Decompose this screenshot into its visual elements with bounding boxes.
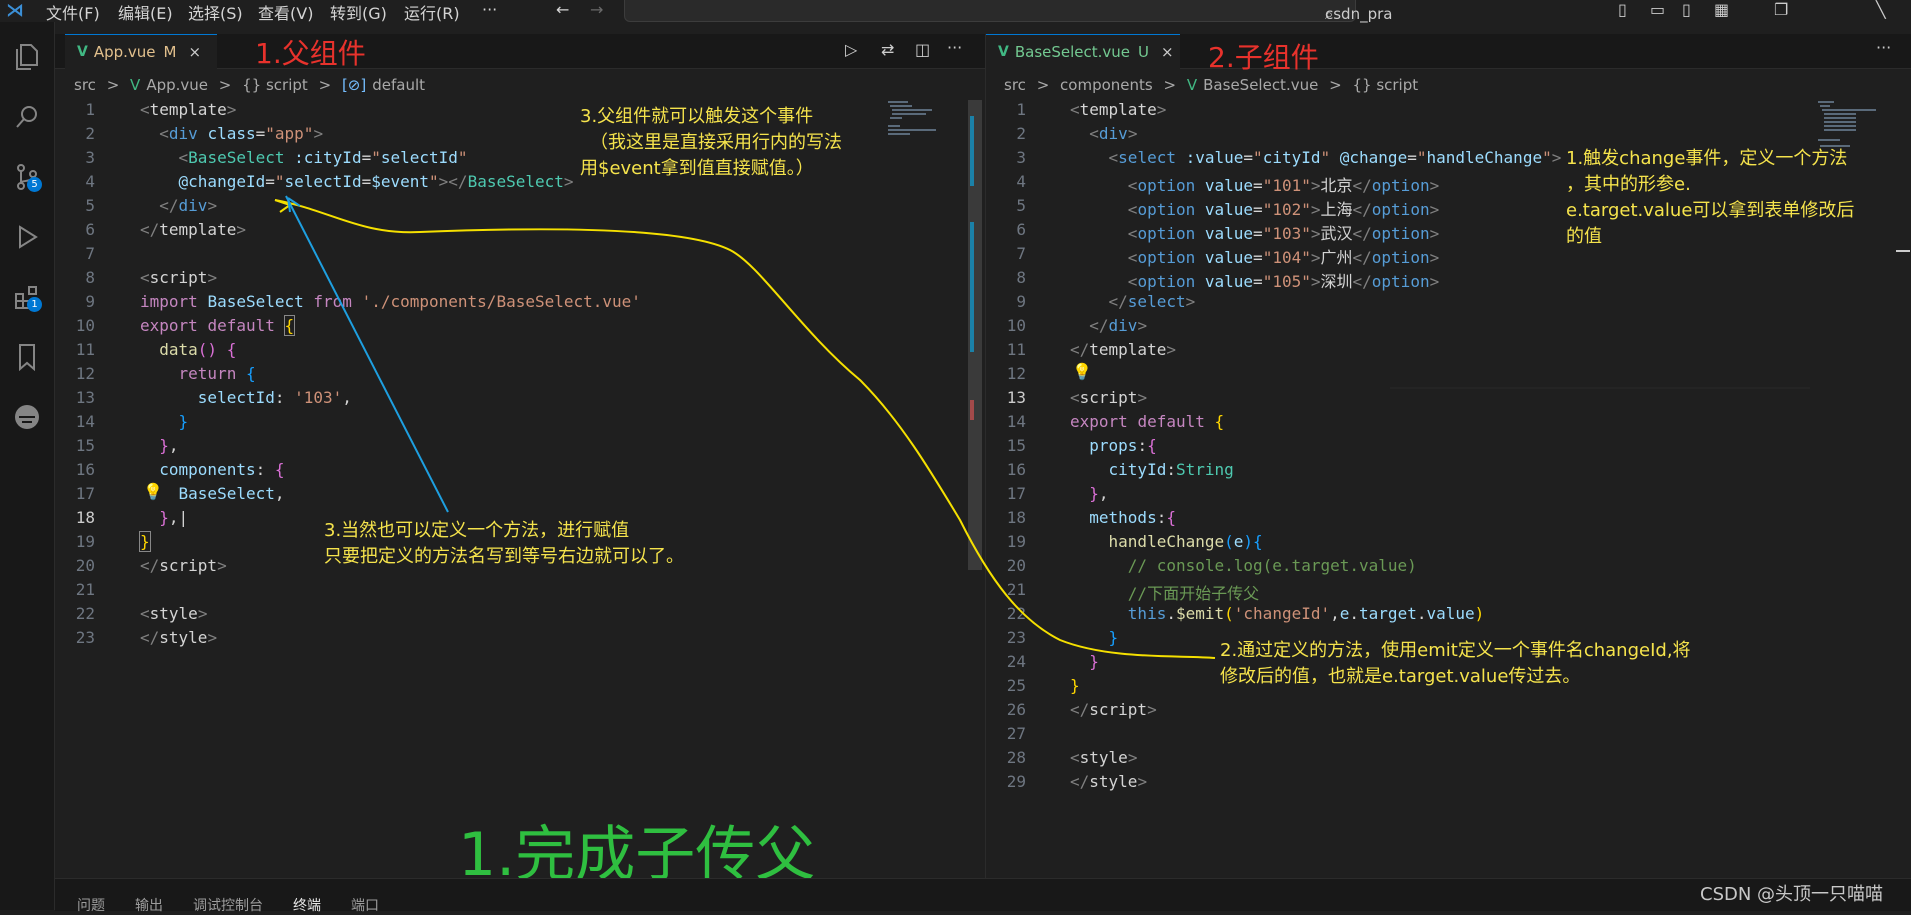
panel-tab-bar: 问题 输出 调试控制台 终端 端口 [55,878,1911,914]
note-child-change: 1.触发change事件，定义一个方法 ，其中的形参e. e.target.va… [1566,146,1854,250]
panel-tab-output[interactable]: 输出 [135,895,163,915]
watermark: CSDN @头顶一只喵喵 [1700,884,1884,905]
panel-tab-ports[interactable]: 端口 [351,895,379,915]
panel-tab-terminal[interactable]: 终端 [293,895,321,915]
note-line: e.target.value可以拿到表单修改后 [1566,200,1855,221]
panel-tab-problems[interactable]: 问题 [77,895,105,915]
note-parent-event: 3.父组件就可以触发这个事件 （我这里是直接采用行内的写法 用$event拿到值… [580,104,842,182]
note-line: 用$event拿到值直接赋值。） [580,158,814,179]
note-line: ，其中的形参e. [1566,174,1691,195]
note-emit: 2.通过定义的方法，使用emit定义一个事件名changeId,将 修改后的值，… [1220,638,1691,690]
note-line: 修改后的值，也就是e.target.value传过去。 [1220,666,1581,687]
panel-tab-debug-console[interactable]: 调试控制台 [193,895,263,915]
annotation-arrows [274,195,1810,659]
note-line: 的值 [1566,226,1602,247]
note-line: 1.触发change事件，定义一个方法 [1566,148,1848,169]
note-line: （我这里是直接采用行内的写法 [590,132,842,153]
note-line: 只要把定义的方法名写到等号右边就可以了。 [324,546,684,567]
note-line: 3.当然也可以定义一个方法，进行赋值 [324,520,630,541]
note-line: 2.通过定义的方法，使用emit定义一个事件名changeId,将 [1220,640,1691,661]
note-line: 3.父组件就可以触发这个事件 [580,106,814,127]
note-method-assign: 3.当然也可以定义一个方法，进行赋值 只要把定义的方法名写到等号右边就可以了。 [324,518,684,570]
